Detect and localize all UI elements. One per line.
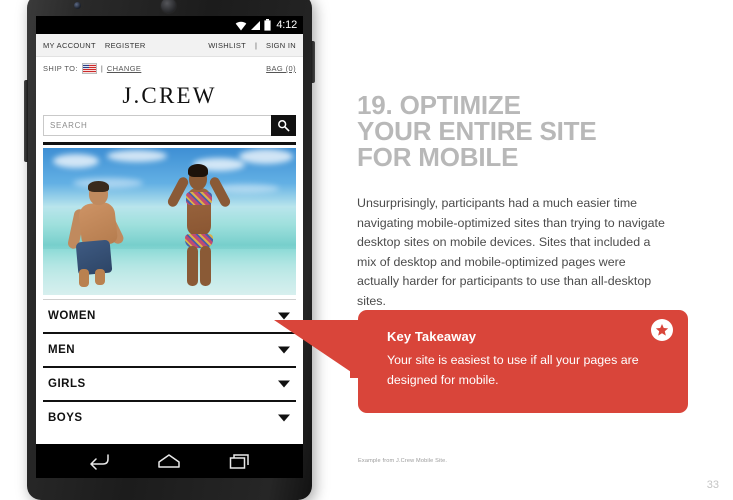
phone-device-frame: 4:12 MY ACCOUNT REGISTER WISHLIST | SIGN… [24, 0, 315, 500]
key-takeaway-callout: Key Takeaway Your site is easiest to use… [274, 310, 688, 413]
home-icon[interactable] [157, 453, 181, 469]
register-link[interactable]: REGISTER [105, 41, 146, 50]
status-bar-time: 4:12 [276, 18, 297, 31]
female-model-figure [165, 160, 235, 290]
star-badge [651, 319, 673, 341]
change-country-link[interactable]: CHANGE [107, 64, 142, 73]
nav-label: GIRLS [48, 378, 86, 390]
nav-row-men[interactable]: MEN [43, 332, 296, 366]
my-account-link[interactable]: MY ACCOUNT [43, 41, 96, 50]
page-title: 19. OPTIMIZE YOUR ENTIRE SITE FOR MOBILE [357, 92, 687, 170]
earpiece-sensor-icon [161, 0, 176, 13]
site-utility-bar: MY ACCOUNT REGISTER WISHLIST | SIGN IN [36, 34, 303, 57]
front-camera-icon [74, 2, 81, 9]
ship-separator: | [100, 64, 103, 73]
jcrew-logo[interactable]: J.CREW [122, 83, 216, 108]
chevron-down-icon[interactable] [278, 414, 290, 422]
signal-icon [251, 20, 261, 30]
battery-icon [264, 19, 271, 31]
ship-to-label: SHIP TO: [43, 64, 78, 73]
ship-to-group: SHIP TO: | CHANGE [43, 63, 141, 74]
body-paragraph: Unsurprisingly, participants had a much … [357, 196, 665, 308]
utility-right-links: WISHLIST | SIGN IN [208, 41, 296, 50]
us-flag-icon [81, 63, 97, 74]
content-column: 19. OPTIMIZE YOUR ENTIRE SITE FOR MOBILE… [274, 0, 697, 500]
callout-title: Key Takeaway [387, 329, 477, 344]
nav-row-women[interactable]: WOMEN [43, 299, 296, 332]
site-category-nav: WOMEN MEN GIRLS BOYS [43, 299, 296, 434]
heading-line-3: FOR MOBILE [357, 142, 519, 172]
search-icon [278, 120, 290, 132]
nav-label: WOMEN [48, 310, 96, 322]
wifi-icon [236, 21, 247, 30]
nav-row-girls[interactable]: GIRLS [43, 366, 296, 400]
cloud-shape [107, 150, 167, 162]
nav-row-boys[interactable]: BOYS [43, 400, 296, 434]
shopping-bag-link[interactable]: BAG (0) [266, 64, 296, 73]
site-search-row [43, 115, 296, 136]
hero-beach-image[interactable] [43, 148, 296, 295]
callout-body-text: Your site is easiest to use if all your … [387, 353, 639, 387]
phone-screen: 4:12 MY ACCOUNT REGISTER WISHLIST | SIGN… [36, 16, 303, 444]
heading-line-2: YOUR ENTIRE SITE [357, 116, 597, 146]
utility-separator: | [255, 40, 257, 50]
site-logo-wrapper: J.CREW [36, 80, 303, 115]
source-caption: Example from J.Crew Mobile Site. [358, 458, 448, 464]
nav-label: MEN [48, 344, 76, 356]
hero-top-divider [43, 142, 296, 145]
chevron-down-icon[interactable] [278, 312, 290, 320]
star-icon [655, 323, 669, 336]
recents-icon[interactable] [229, 453, 251, 470]
volume-button[interactable] [24, 80, 28, 162]
sign-in-link[interactable]: SIGN IN [266, 41, 296, 50]
utility-left-links: MY ACCOUNT REGISTER [43, 41, 146, 50]
heading-line-1: 19. OPTIMIZE [357, 90, 521, 120]
callout-pointer-arrow [274, 320, 360, 378]
search-input[interactable] [43, 115, 271, 136]
nav-label: BOYS [48, 412, 83, 424]
cloud-shape [53, 154, 99, 168]
phone-top-bezel [27, 0, 312, 16]
power-button[interactable] [311, 41, 315, 83]
male-model-figure [66, 181, 129, 287]
android-navigation-bar [36, 444, 303, 478]
wishlist-link[interactable]: WISHLIST [208, 41, 246, 50]
cloud-shape [239, 149, 293, 164]
back-icon[interactable] [88, 453, 110, 470]
slide-canvas: 4:12 MY ACCOUNT REGISTER WISHLIST | SIGN… [0, 0, 733, 500]
chevron-down-icon[interactable] [278, 380, 290, 388]
page-number: 33 [706, 479, 719, 491]
android-status-bar: 4:12 [36, 16, 303, 34]
search-submit-button[interactable] [271, 115, 296, 136]
site-ship-to-bar: SHIP TO: | CHANGE BAG (0) [36, 57, 303, 80]
